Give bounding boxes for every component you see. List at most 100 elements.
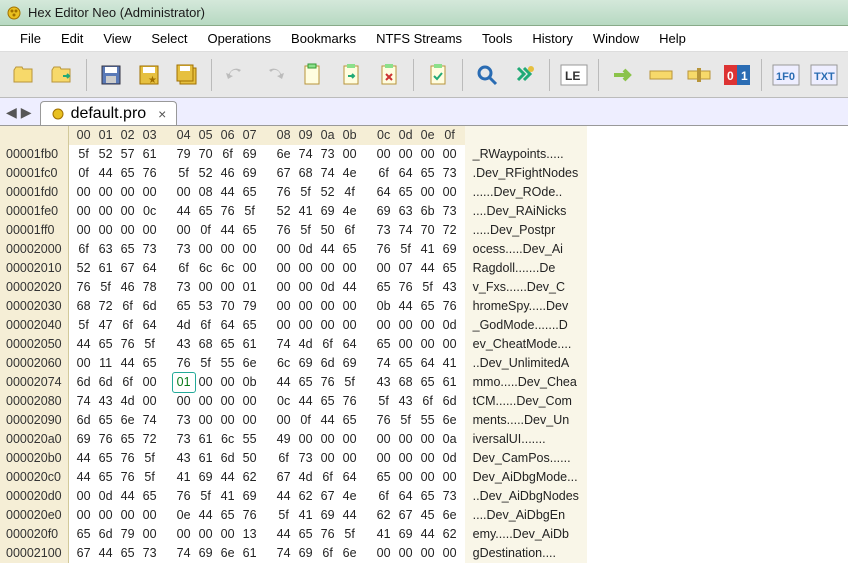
byte[interactable]: 65 [117,164,139,183]
byte[interactable]: 5f [139,335,161,354]
byte[interactable]: 74 [139,411,161,430]
byte[interactable]: 64 [417,354,439,373]
byte[interactable]: 65 [417,487,439,506]
byte[interactable]: 6f [317,335,339,354]
byte[interactable]: 00 [395,449,417,468]
byte[interactable]: 57 [117,145,139,164]
tab-prev-icon[interactable]: ◀ [6,104,17,121]
byte[interactable]: 62 [439,525,461,544]
byte[interactable]: 0d [317,278,339,297]
byte[interactable]: 00 [117,221,139,240]
byte[interactable]: 00 [295,316,317,335]
byte[interactable]: 5f [73,316,95,335]
byte[interactable]: 4d [173,316,195,335]
clipboard4-button[interactable] [422,57,454,93]
byte[interactable]: 00 [73,221,95,240]
byte-row[interactable]: 000000000e4465765f4169446267456e [69,506,465,525]
byte[interactable]: 68 [295,164,317,183]
byte[interactable]: 44 [73,335,95,354]
byte[interactable]: 5f [417,278,439,297]
byte[interactable]: 64 [373,183,395,202]
byte[interactable]: 65 [395,354,417,373]
byte[interactable]: 65 [439,259,461,278]
insert1-button[interactable] [645,57,677,93]
byte[interactable]: 00 [395,316,417,335]
byte-row[interactable]: 5f52576179706f696e74730000000000 [69,145,465,164]
byte[interactable]: 00 [339,449,361,468]
byte[interactable]: 00 [373,544,395,563]
byte[interactable]: 6c [195,259,217,278]
byte[interactable]: 6f [117,373,139,392]
byte-row[interactable]: 0000000000084465765f524f64650000 [69,183,465,202]
byte[interactable]: 67 [273,164,295,183]
byte[interactable]: 00 [395,468,417,487]
byte[interactable]: 00 [95,183,117,202]
byte[interactable]: 44 [273,487,295,506]
byte[interactable]: 65 [195,202,217,221]
byte[interactable]: 00 [73,202,95,221]
byte[interactable]: 46 [217,164,239,183]
byte[interactable]: 50 [317,221,339,240]
menu-window[interactable]: Window [583,28,649,49]
byte[interactable]: 4d [295,335,317,354]
byte[interactable]: 00 [417,316,439,335]
byte[interactable]: 65 [217,335,239,354]
byte[interactable]: 67 [317,487,339,506]
byte[interactable]: 69 [373,202,395,221]
byte[interactable]: 00 [395,544,417,563]
byte[interactable]: 43 [395,392,417,411]
byte[interactable]: 5f [395,240,417,259]
menu-help[interactable]: Help [649,28,696,49]
byte-row[interactable]: 00114465765f556e6c696d6974656441 [69,354,465,373]
byte[interactable]: 61 [95,259,117,278]
redo-button[interactable] [258,57,290,93]
byte[interactable]: 00 [217,373,239,392]
byte[interactable]: 76 [173,487,195,506]
byte[interactable]: 00 [195,392,217,411]
byte[interactable]: 76 [117,449,139,468]
byte[interactable]: 53 [195,297,217,316]
byte[interactable]: 69 [73,430,95,449]
byte[interactable]: 00 [95,221,117,240]
byte[interactable]: 74 [317,164,339,183]
byte[interactable]: 65 [95,468,117,487]
byte[interactable]: 70 [417,221,439,240]
byte[interactable]: 6e [339,544,361,563]
byte[interactable]: 73 [173,240,195,259]
byte[interactable]: 44 [317,411,339,430]
byte[interactable]: 00 [173,525,195,544]
tab-next-icon[interactable]: ▶ [21,104,32,121]
byte[interactable]: 6e [439,411,461,430]
byte[interactable]: 4e [339,202,361,221]
byte[interactable]: 6f [317,468,339,487]
byte[interactable]: 6d [95,373,117,392]
byte[interactable]: 00 [373,316,395,335]
byte[interactable]: 44 [273,525,295,544]
byte[interactable]: 72 [439,221,461,240]
byte[interactable]: 64 [339,468,361,487]
byte[interactable]: 5f [295,183,317,202]
byte[interactable]: 0a [439,430,461,449]
byte[interactable]: 76 [439,297,461,316]
byte[interactable]: 08 [195,183,217,202]
byte[interactable]: 64 [339,335,361,354]
byte[interactable]: 0c [273,392,295,411]
byte[interactable]: 6c [217,259,239,278]
byte[interactable]: 78 [139,278,161,297]
byte[interactable]: 72 [95,297,117,316]
toggle-button[interactable]: 01 [721,57,753,93]
byte[interactable]: 41 [217,487,239,506]
byte[interactable]: 64 [395,487,417,506]
byte[interactable]: 44 [195,506,217,525]
byte[interactable]: 45 [417,506,439,525]
byte-column[interactable]: 000102030405060708090a0b0c0d0e0f 5f52576… [69,126,465,563]
byte[interactable]: 6f [373,487,395,506]
menu-file[interactable]: File [10,28,51,49]
byte[interactable]: 5f [195,487,217,506]
byte[interactable]: 00 [117,183,139,202]
byte[interactable]: 00 [417,544,439,563]
byte[interactable]: 41 [373,525,395,544]
byte[interactable]: 5f [95,278,117,297]
byte[interactable]: 74 [295,145,317,164]
byte[interactable]: 00 [273,411,295,430]
